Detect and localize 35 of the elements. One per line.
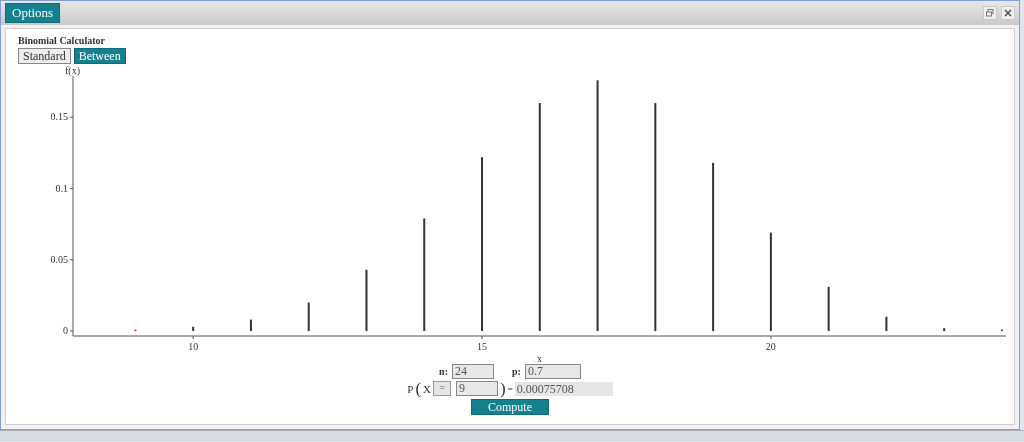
bar (365, 269, 368, 331)
restore-icon[interactable] (983, 6, 997, 20)
mode-tab[interactable]: Between (73, 48, 126, 64)
x-value-field[interactable]: 9 (456, 381, 498, 396)
bar (192, 326, 195, 331)
bar (943, 328, 946, 331)
compute-button[interactable]: Compute (471, 399, 549, 415)
y-tick-label: 0.15 (50, 111, 68, 123)
p-field[interactable]: 0.7 (524, 364, 581, 379)
y-tick-label: 0.05 (50, 253, 68, 265)
n-field[interactable]: 24 (452, 364, 494, 379)
mode-tab[interactable]: Standard (18, 48, 71, 64)
equals-sign: = (507, 383, 513, 394)
x-tick-label: 15 (477, 341, 487, 352)
open-paren: ( (415, 381, 422, 396)
p-label: p: (512, 366, 521, 377)
variable-label: X (423, 382, 431, 395)
y-axis-label: f(x) (65, 65, 80, 76)
x-tick-label: 10 (188, 341, 199, 352)
bar (885, 316, 888, 331)
options-button[interactable]: Options (5, 3, 61, 23)
bar (249, 319, 252, 331)
function-label: P (407, 382, 414, 395)
y-tick-label: 0 (63, 325, 68, 336)
n-label: n: (439, 366, 448, 377)
bar (827, 286, 830, 331)
result-field: 0.00075708 (514, 381, 613, 396)
close-paren: ) (500, 381, 506, 396)
x-axis-label: x (537, 353, 542, 364)
calculator-title: Binomial Calculator (18, 35, 106, 46)
operator-select[interactable]: = (433, 381, 451, 396)
x-tick-label: 20 (765, 341, 776, 352)
close-icon[interactable] (1001, 6, 1015, 20)
bar (307, 302, 310, 331)
y-tick-label: 0.1 (55, 182, 68, 194)
